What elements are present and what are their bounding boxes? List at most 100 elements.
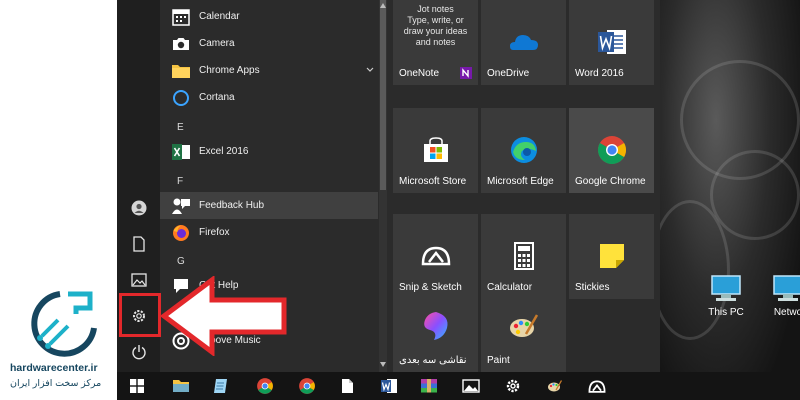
- power-icon: [131, 345, 146, 360]
- desktop-icon-network[interactable]: Netwo: [758, 274, 800, 318]
- excel-icon: [172, 143, 190, 160]
- desktop-icon-label: This PC: [708, 307, 744, 318]
- calendar-icon: [172, 8, 190, 26]
- start-button[interactable]: [117, 372, 157, 400]
- taskbar-word[interactable]: [369, 372, 409, 400]
- tile-onenote[interactable]: Jot notes Type, write, or draw your idea…: [393, 0, 478, 85]
- taskbar-settings[interactable]: [493, 372, 533, 400]
- taskbar-notepad[interactable]: [201, 372, 241, 400]
- app-item-label: Excel 2016: [199, 146, 249, 157]
- chrome-icon: [597, 136, 626, 164]
- taskbar-document[interactable]: [327, 372, 367, 400]
- snip-sketch-icon: [588, 380, 606, 393]
- tile-microsoft-store[interactable]: Microsoft Store: [393, 108, 478, 193]
- watermark-area: hardwarecenter.ir مرکز سخت افزار ایران: [0, 0, 117, 400]
- onenote-icon: [460, 67, 472, 79]
- taskbar-file-explorer[interactable]: [161, 372, 201, 400]
- camera-icon: [173, 37, 189, 50]
- app-item-feedback-hub[interactable]: Feedback Hub: [160, 192, 378, 219]
- app-item-label: Cortana: [199, 92, 235, 103]
- user-icon: [131, 200, 146, 216]
- chrome-icon: [257, 378, 273, 394]
- tile-label: Stickies: [575, 282, 610, 293]
- annotation-arrow-icon: [160, 276, 287, 356]
- rail-user-button[interactable]: [117, 190, 160, 226]
- rail-power-button[interactable]: [117, 334, 160, 370]
- file-explorer-icon: [173, 380, 189, 392]
- calculator-icon: [513, 242, 534, 270]
- paint3d-icon: [423, 312, 448, 340]
- app-item-label: Feedback Hub: [199, 200, 265, 211]
- group-header-e[interactable]: E: [177, 122, 184, 133]
- tile-label: Google Chrome: [575, 176, 646, 187]
- app-item-calendar[interactable]: Calendar: [160, 3, 378, 30]
- app-list-scrollbar[interactable]: [379, 0, 387, 372]
- watermark-tagline: مرکز سخت افزار ایران: [10, 378, 102, 389]
- app-item-chrome-apps[interactable]: Chrome Apps: [160, 57, 378, 84]
- start-icon: [130, 379, 144, 393]
- onedrive-icon: [509, 35, 538, 50]
- notepad-icon: [214, 379, 227, 393]
- tile-onenote-note: Jot notes Type, write, or draw your idea…: [403, 4, 468, 47]
- tile-google-chrome[interactable]: Google Chrome: [569, 108, 654, 193]
- chevron-down-icon[interactable]: [366, 67, 374, 73]
- desktop: This PC Netwo: [660, 0, 800, 400]
- app-item-firefox[interactable]: Firefox: [160, 219, 378, 246]
- highlight-box: [119, 293, 161, 337]
- stickies-icon: [599, 244, 624, 268]
- word-icon: [597, 30, 626, 54]
- taskbar-photos[interactable]: [451, 372, 491, 400]
- tile-label: Paint: [487, 355, 510, 366]
- taskbar-chrome-1[interactable]: [245, 372, 285, 400]
- tile-microsoft-edge[interactable]: Microsoft Edge: [481, 108, 566, 193]
- tile-label: Calculator: [487, 282, 533, 293]
- tile-word[interactable]: Word 2016: [569, 0, 654, 85]
- tiles-panel: Jot notes Type, write, or draw your idea…: [387, 0, 660, 372]
- hardwarecenter-logo: [31, 291, 97, 357]
- chrome-icon: [299, 378, 315, 394]
- tile-label: Microsoft Edge: [487, 176, 554, 187]
- app-item-label: Chrome Apps: [199, 65, 260, 76]
- taskbar-winrar[interactable]: [409, 372, 449, 400]
- scroll-down-icon[interactable]: [380, 362, 386, 367]
- paint-icon: [509, 314, 538, 337]
- tile-label: OneDrive: [487, 68, 530, 79]
- app-item-label: Camera: [199, 38, 235, 49]
- taskbar-paint[interactable]: [535, 372, 575, 400]
- app-item-label: Firefox: [199, 227, 230, 238]
- tile-label: Word 2016: [575, 68, 624, 79]
- snip-sketch-icon: [421, 246, 450, 266]
- desktop-icon-this-pc[interactable]: This PC: [696, 274, 756, 318]
- tile-paint[interactable]: Paint: [481, 296, 566, 372]
- tile-stickies[interactable]: Stickies: [569, 214, 654, 299]
- group-header-f[interactable]: F: [177, 176, 183, 187]
- scrollbar-thumb[interactable]: [380, 0, 386, 190]
- watermark-site: hardwarecenter.ir: [10, 362, 98, 374]
- taskbar-snip-sketch[interactable]: [577, 372, 617, 400]
- photos-icon: [462, 379, 480, 393]
- edge-icon: [510, 137, 537, 163]
- folder-icon: [172, 64, 190, 78]
- tile-label: Snip & Sketch: [399, 282, 462, 293]
- this-pc-icon: [711, 275, 741, 301]
- scroll-up-icon[interactable]: [380, 3, 386, 8]
- app-item-cortana[interactable]: Cortana: [160, 84, 378, 111]
- tile-calculator[interactable]: Calculator: [481, 214, 566, 299]
- taskbar-chrome-2[interactable]: [287, 372, 327, 400]
- tile-label: Microsoft Store: [399, 176, 467, 187]
- app-item-excel[interactable]: Excel 2016: [160, 138, 378, 165]
- app-item-label: Calendar: [199, 11, 240, 22]
- tile-snip-sketch[interactable]: Snip & Sketch: [393, 214, 478, 299]
- group-header-g[interactable]: G: [177, 256, 185, 267]
- app-item-camera[interactable]: Camera: [160, 30, 378, 57]
- tile-label: نقاشی سه بعدی: [399, 355, 467, 366]
- rail-documents-button[interactable]: [117, 226, 160, 262]
- store-icon: [423, 137, 448, 162]
- word-icon: [381, 379, 397, 393]
- tile-paint3d[interactable]: نقاشی سه بعدی: [393, 296, 478, 372]
- documents-icon: [132, 236, 145, 252]
- desktop-icon-label: Netwo: [773, 307, 800, 318]
- pictures-icon: [130, 273, 147, 287]
- tile-onedrive[interactable]: OneDrive: [481, 0, 566, 85]
- tile-label: OneNote: [399, 68, 440, 79]
